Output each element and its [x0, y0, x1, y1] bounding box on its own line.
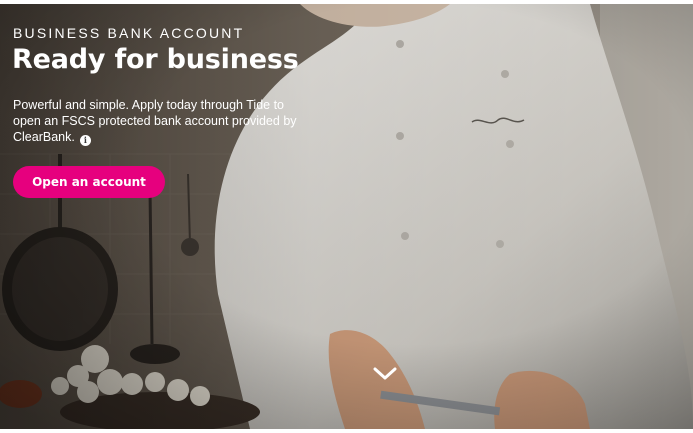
chevron-down-icon — [373, 367, 397, 380]
page-title: Ready for business — [12, 44, 299, 75]
scroll-down-button[interactable] — [371, 364, 399, 384]
hero-description-text: Powerful and simple. Apply today through… — [13, 98, 297, 144]
hero-section: BUSINESS BANK ACCOUNT Ready for business… — [0, 4, 693, 429]
info-icon[interactable]: i — [79, 135, 91, 146]
hero-eyebrow: BUSINESS BANK ACCOUNT — [13, 25, 245, 41]
open-account-button[interactable]: Open an account — [13, 166, 165, 198]
hero-description: Powerful and simple. Apply today through… — [13, 97, 298, 146]
